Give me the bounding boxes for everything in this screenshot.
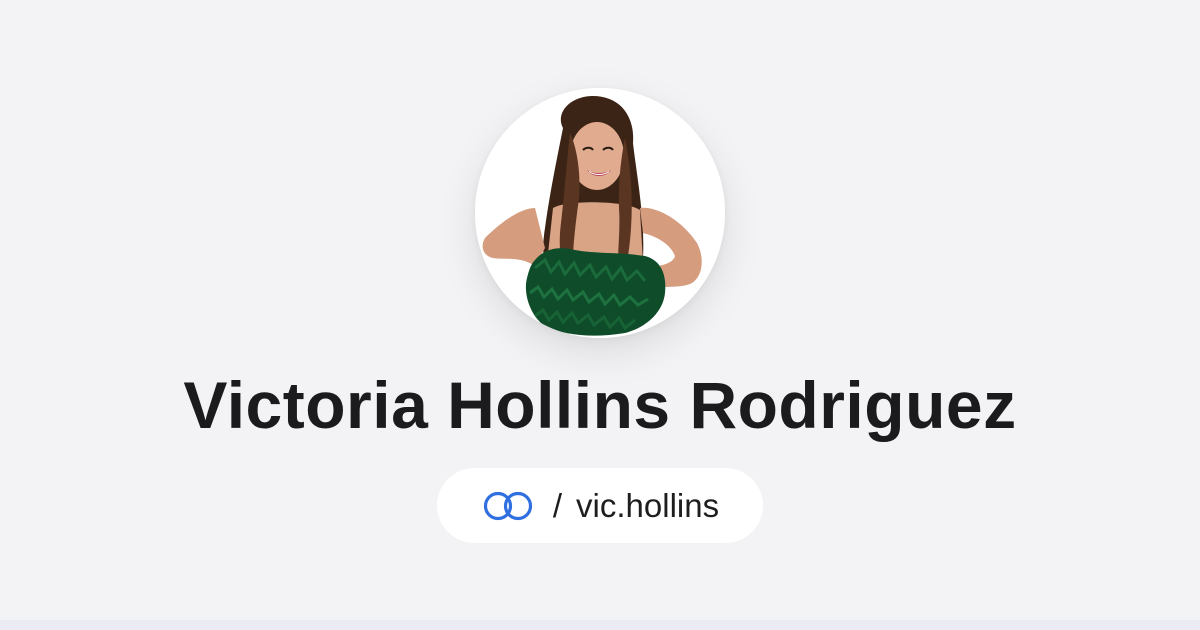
avatar [475,88,725,338]
profile-card: Victoria Hollins Rodriguez / vic.hollins [0,0,1200,620]
profile-handle: vic.hollins [576,486,720,524]
bottom-divider [0,620,1200,630]
handle-separator: / [552,486,563,524]
profile-name: Victoria Hollins Rodriguez [183,368,1017,442]
linked-circles-icon [483,491,532,520]
profile-handle-link[interactable]: / vic.hollins [437,468,763,543]
avatar-photo [475,88,725,338]
